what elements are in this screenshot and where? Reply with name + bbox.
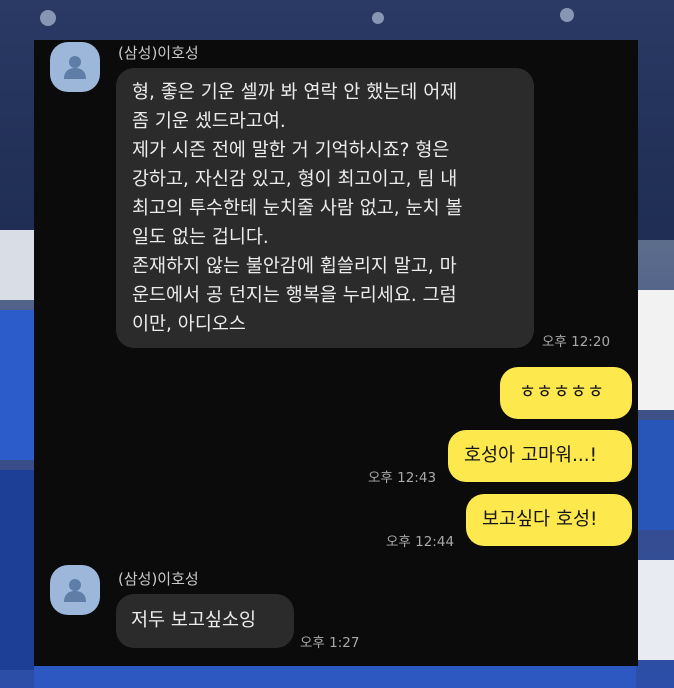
message-line: 이만, 아디오스: [132, 314, 246, 335]
sender-avatar[interactable]: [50, 42, 100, 92]
message-time: 오후 12:43: [368, 470, 437, 486]
sender-name: (삼성)이호성: [118, 44, 199, 62]
message-line: 좀 기운 셌드라고여.: [132, 111, 286, 132]
message-line: 일도 없는 겁니다.: [132, 227, 269, 248]
message-bubble-incoming[interactable]: 형, 좋은 기운 셀까 봐 연락 안 했는데 어제 좀 기운 셌드라고여. 제가…: [116, 68, 534, 348]
person-icon: [64, 579, 86, 602]
message-time: 오후 12:20: [542, 334, 611, 350]
person-icon: [64, 56, 86, 79]
message-text: 보고싶다 호성!: [482, 509, 598, 530]
message-line: 형, 좋은 기운 셀까 봐 연락 안 했는데 어제: [132, 82, 458, 103]
message-text: 호성아 고마워...!: [464, 445, 598, 466]
message-time: 오후 1:27: [300, 635, 360, 651]
message-bubble-outgoing[interactable]: 보고싶다 호성!: [466, 494, 632, 546]
message-line: 존재하지 않는 불안감에 휩쓸리지 말고, 마: [132, 256, 457, 277]
message-bubble-incoming[interactable]: 저두 보고싶소잉: [116, 594, 294, 648]
message-line: 강하고, 자신감 있고, 형이 최고이고, 팀 내: [132, 169, 458, 190]
message-line: 제가 시즌 전에 말한 거 기억하시죠? 형은: [132, 140, 450, 161]
message-bubble-outgoing[interactable]: 호성아 고마워...!: [448, 430, 632, 482]
message-bubble-outgoing[interactable]: ㅎㅎㅎㅎㅎ: [500, 367, 632, 419]
message-text: ㅎㅎㅎㅎㅎ: [519, 382, 605, 403]
message-line: 운드에서 공 던지는 행복을 누리세요. 그럼: [132, 285, 457, 306]
sender-name: (삼성)이호성: [118, 570, 199, 588]
message-line: 최고의 투수한테 눈치줄 사람 없고, 눈치 볼: [132, 198, 463, 219]
message-text: 저두 보고싶소잉: [131, 610, 257, 631]
sender-avatar[interactable]: [50, 565, 100, 615]
chat-panel: (삼성)이호성 형, 좋은 기운 셀까 봐 연락 안 했는데 어제 좀 기운 셌…: [34, 40, 638, 666]
message-time: 오후 12:44: [386, 534, 455, 550]
